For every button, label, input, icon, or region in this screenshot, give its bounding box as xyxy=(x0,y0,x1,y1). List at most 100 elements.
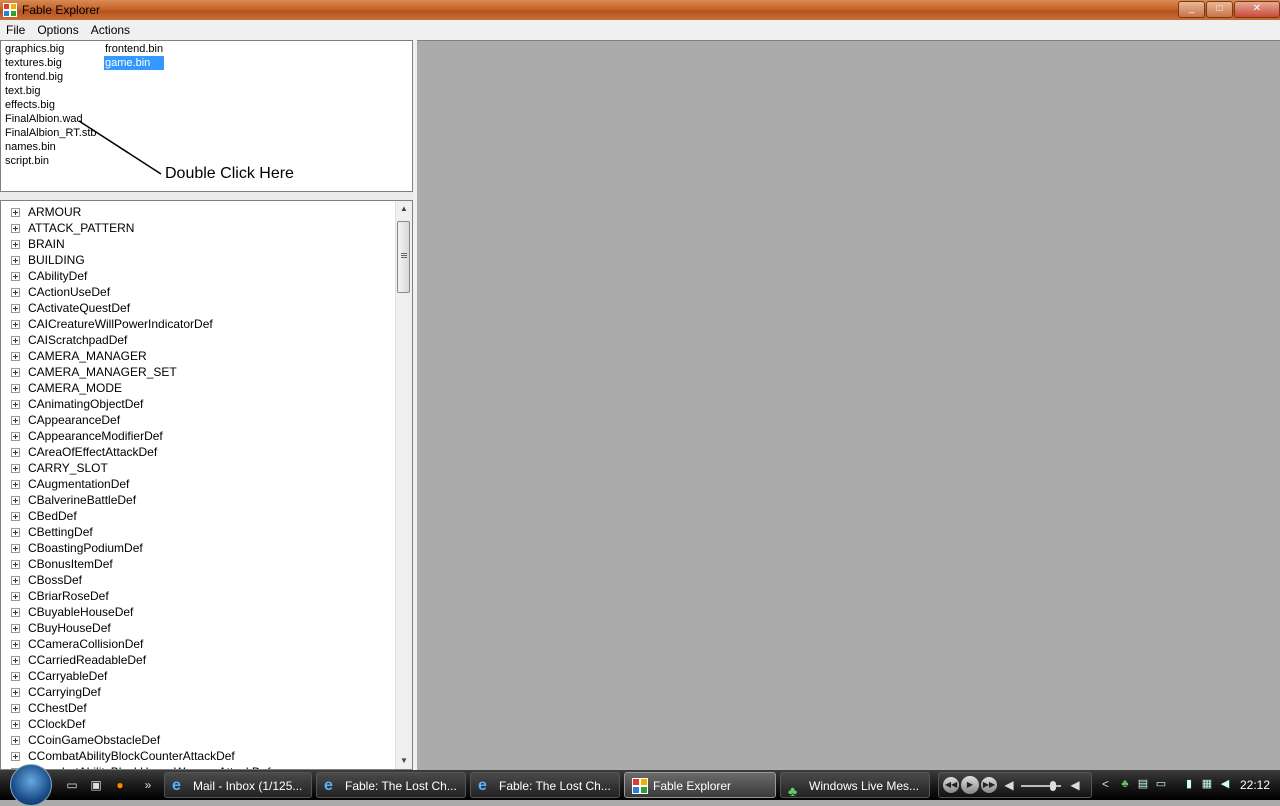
maximize-button[interactable]: □ xyxy=(1206,1,1233,18)
expand-plus-icon[interactable] xyxy=(11,287,20,297)
expand-plus-icon[interactable] xyxy=(11,495,20,505)
scroll-down-icon[interactable]: ▼ xyxy=(396,753,412,769)
expand-plus-icon[interactable] xyxy=(11,367,20,377)
expand-plus-icon[interactable] xyxy=(11,623,20,633)
tree-node[interactable]: CBuyHouseDef xyxy=(1,620,396,636)
file-list[interactable]: graphics.big textures.big frontend.big t… xyxy=(0,40,413,192)
expand-plus-icon[interactable] xyxy=(11,655,20,665)
expand-plus-icon[interactable] xyxy=(11,559,20,569)
expand-plus-icon[interactable] xyxy=(11,447,20,457)
tree-node[interactable]: CAMERA_MANAGER_SET xyxy=(1,364,396,380)
tree-node[interactable]: CBuyableHouseDef xyxy=(1,604,396,620)
firefox-icon[interactable]: ● xyxy=(112,778,128,792)
scrollbar-thumb[interactable] xyxy=(397,221,410,293)
volume-icon[interactable]: ◀ xyxy=(1218,777,1232,791)
expand-plus-icon[interactable] xyxy=(11,607,20,617)
tree-node[interactable]: CBedDef xyxy=(1,508,396,524)
expand-plus-icon[interactable] xyxy=(11,463,20,473)
expand-plus-icon[interactable] xyxy=(11,335,20,345)
previous-track-button[interactable]: ◀◀ xyxy=(943,777,959,793)
monitor-icon[interactable]: ▭ xyxy=(1154,777,1168,791)
tree-node[interactable]: CBonusItemDef xyxy=(1,556,396,572)
tree-node[interactable]: CAreaOfEffectAttackDef xyxy=(1,444,396,460)
menu-actions[interactable]: Actions xyxy=(85,23,136,37)
expand-plus-icon[interactable] xyxy=(11,351,20,361)
tree-node[interactable]: CAMERA_MODE xyxy=(1,380,396,396)
tree-node[interactable]: CCarryingDef xyxy=(1,684,396,700)
tree-view[interactable]: ARMOUR ATTACK_PATTERN BRAIN BUILDING CAbilit… xyxy=(0,200,413,770)
menu-options[interactable]: Options xyxy=(31,23,84,37)
network-status-icon[interactable]: ▦ xyxy=(1200,777,1214,791)
minimize-button[interactable]: _ xyxy=(1178,1,1205,18)
file-item[interactable]: text.big xyxy=(4,84,98,98)
tree-node[interactable]: CChestDef xyxy=(1,700,396,716)
tree-node[interactable]: CCarryableDef xyxy=(1,668,396,684)
expand-plus-icon[interactable] xyxy=(11,207,20,217)
file-item[interactable]: textures.big xyxy=(4,56,98,70)
play-button[interactable]: ▶ xyxy=(961,776,979,794)
tree-node[interactable]: ATTACK_PATTERN xyxy=(1,220,396,236)
tree-node[interactable]: CBettingDef xyxy=(1,524,396,540)
network-icon[interactable]: ▤ xyxy=(1136,777,1150,791)
messenger-tray-icon[interactable]: ♣ xyxy=(1118,777,1132,791)
expand-plus-icon[interactable] xyxy=(11,687,20,697)
file-item-selected[interactable]: game.bin xyxy=(104,56,165,70)
file-item[interactable]: frontend.bin xyxy=(104,42,164,56)
expand-plus-icon[interactable] xyxy=(11,271,20,281)
horizontal-splitter[interactable] xyxy=(0,192,415,200)
tree-node[interactable]: BUILDING xyxy=(1,252,396,268)
tree-node[interactable]: CBalverineBattleDef xyxy=(1,492,396,508)
expand-plus-icon[interactable] xyxy=(11,239,20,249)
tree-node[interactable]: CBoastingPodiumDef xyxy=(1,540,396,556)
tree-node[interactable]: CAnimatingObjectDef xyxy=(1,396,396,412)
expand-plus-icon[interactable] xyxy=(11,719,20,729)
expand-plus-icon[interactable] xyxy=(11,383,20,393)
tree-node[interactable]: CCarriedReadableDef xyxy=(1,652,396,668)
menu-file[interactable]: File xyxy=(0,23,31,37)
taskbar-button-fable-explorer[interactable]: Fable Explorer xyxy=(624,772,776,798)
tree-node[interactable]: CAbilityDef xyxy=(1,268,396,284)
expand-plus-icon[interactable] xyxy=(11,735,20,745)
tray-expand-icon[interactable]: < xyxy=(1102,777,1109,791)
expand-plus-icon[interactable] xyxy=(11,543,20,553)
tree-node[interactable]: CAppearanceModifierDef xyxy=(1,428,396,444)
expand-plus-icon[interactable] xyxy=(11,639,20,649)
file-item[interactable]: graphics.big xyxy=(4,42,98,56)
taskbar-button-messenger[interactable]: ♣ Windows Live Mes... xyxy=(780,772,930,798)
tree-node[interactable]: CCameraCollisionDef xyxy=(1,636,396,652)
tree-node[interactable]: ARMOUR xyxy=(1,204,396,220)
tree-node[interactable]: CCombatAbilityBlockCounterAttackDef xyxy=(1,748,396,764)
expand-plus-icon[interactable] xyxy=(11,255,20,265)
taskbar-button-fable-2[interactable]: e Fable: The Lost Ch... xyxy=(470,772,620,798)
clock[interactable]: 22:12 xyxy=(1240,778,1270,792)
taskbar-button-fable-1[interactable]: e Fable: The Lost Ch... xyxy=(316,772,466,798)
tree-node[interactable]: CClockDef xyxy=(1,716,396,732)
tree-node[interactable]: CBriarRoseDef xyxy=(1,588,396,604)
tree-node[interactable]: CBossDef xyxy=(1,572,396,588)
battery-icon[interactable]: ▮ xyxy=(1182,777,1196,791)
expand-plus-icon[interactable] xyxy=(11,223,20,233)
title-bar[interactable]: Fable Explorer _ □ ✕ xyxy=(0,0,1280,20)
tree-scrollbar[interactable]: ▲ ▼ xyxy=(395,201,412,769)
show-desktop-icon[interactable]: ▭ xyxy=(64,778,80,792)
tree-node[interactable]: CAIScratchpadDef xyxy=(1,332,396,348)
next-track-button[interactable]: ▶▶ xyxy=(981,777,997,793)
expand-plus-icon[interactable] xyxy=(11,527,20,537)
expand-plus-icon[interactable] xyxy=(11,431,20,441)
close-button[interactable]: ✕ xyxy=(1234,1,1280,18)
expand-plus-icon[interactable] xyxy=(11,303,20,313)
switch-windows-icon[interactable]: ▣ xyxy=(88,778,104,792)
quicklaunch-more-icon[interactable]: » xyxy=(140,778,156,792)
taskbar-button-mail[interactable]: e Mail - Inbox (1/125... xyxy=(164,772,312,798)
tree-node[interactable]: CAMERA_MANAGER xyxy=(1,348,396,364)
file-item[interactable]: frontend.big xyxy=(4,70,98,84)
tree-node[interactable]: BRAIN xyxy=(1,236,396,252)
expand-plus-icon[interactable] xyxy=(11,399,20,409)
expand-plus-icon[interactable] xyxy=(11,479,20,489)
expand-plus-icon[interactable] xyxy=(11,591,20,601)
expand-plus-icon[interactable] xyxy=(11,751,20,761)
volume-knob[interactable] xyxy=(1050,781,1056,791)
speaker-icon[interactable]: ◀ xyxy=(1001,778,1017,792)
expand-plus-icon[interactable] xyxy=(11,319,20,329)
tree-node[interactable]: CARRY_SLOT xyxy=(1,460,396,476)
